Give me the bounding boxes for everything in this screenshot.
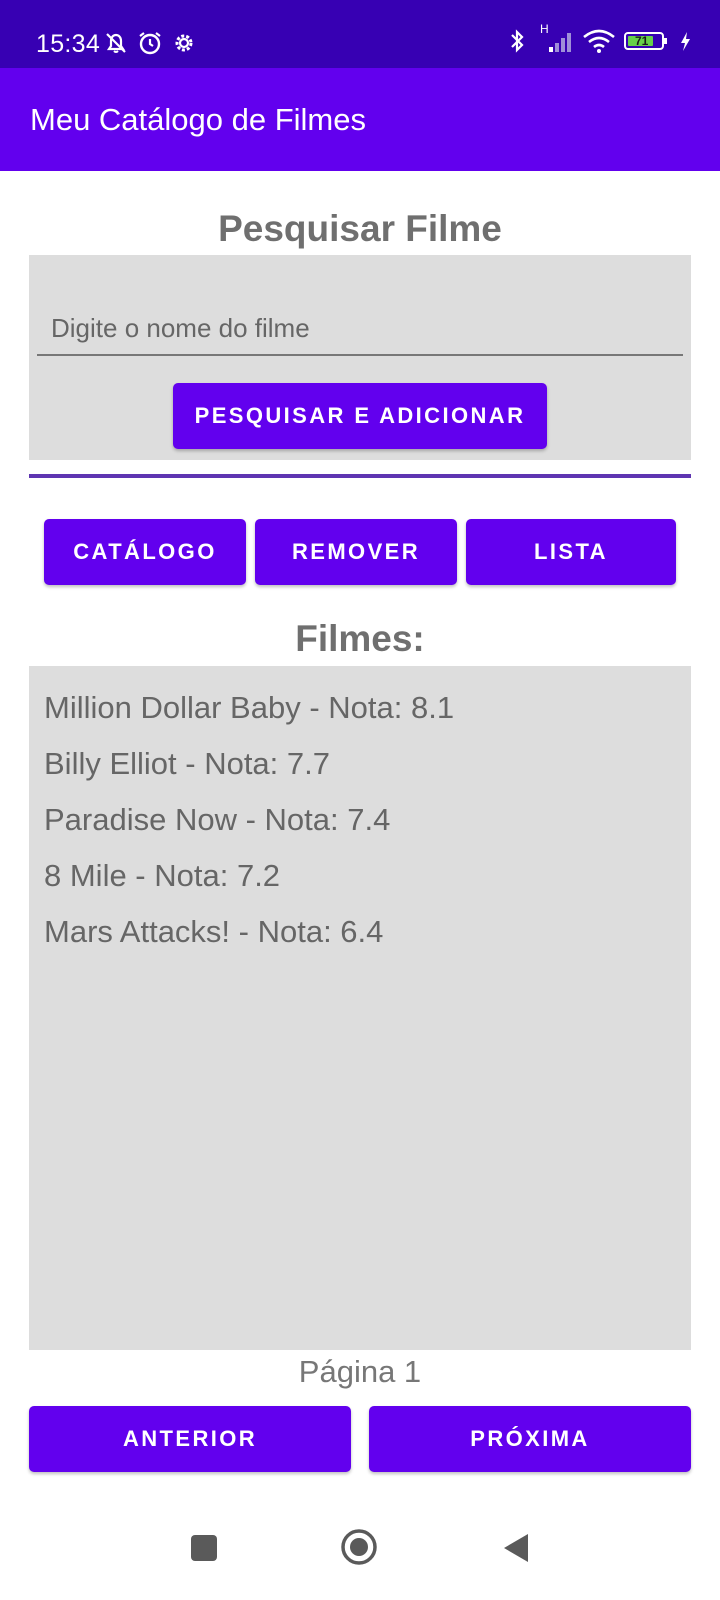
search-panel: PESQUISAR E ADICIONAR [29, 255, 691, 460]
catalog-button[interactable]: CATÁLOGO [44, 519, 246, 585]
list-button[interactable]: LISTA [466, 519, 676, 585]
battery-level: 71 [635, 34, 649, 48]
divider [29, 474, 691, 478]
search-title: Pesquisar Filme [218, 208, 502, 249]
list-item[interactable]: 8 Mile - Nota: 7.2 [29, 856, 691, 912]
network-type: H [540, 22, 549, 36]
search-input[interactable] [37, 302, 683, 356]
list-item[interactable]: Billy Elliot - Nota: 7.7 [29, 744, 691, 800]
films-title: Filmes: [295, 618, 425, 659]
app-title: Meu Catálogo de Filmes [30, 102, 366, 137]
settings-icon [171, 30, 197, 56]
home-icon[interactable] [340, 1528, 378, 1566]
status-time: 15:34 [36, 30, 101, 58]
next-button[interactable]: PRÓXIMA [369, 1406, 691, 1472]
signal-icon: H [540, 22, 574, 54]
status-bar: 15:34 H 71 [0, 0, 720, 68]
search-add-button[interactable]: PESQUISAR E ADICIONAR [173, 383, 547, 449]
charging-icon [678, 28, 692, 54]
alarm-icon [137, 30, 163, 56]
back-icon[interactable] [502, 1532, 530, 1564]
system-nav-bar [0, 1520, 720, 1600]
films-list[interactable]: Million Dollar Baby - Nota: 8.1 Billy El… [29, 666, 691, 1350]
remove-button[interactable]: REMOVER [255, 519, 457, 585]
recents-icon[interactable] [190, 1534, 218, 1562]
list-item[interactable]: Mars Attacks! - Nota: 6.4 [29, 912, 691, 968]
page-label: Página 1 [298, 1354, 422, 1389]
bell-off-icon [103, 30, 129, 56]
list-item[interactable]: Paradise Now - Nota: 7.4 [29, 800, 691, 856]
wifi-icon [582, 28, 616, 54]
list-item[interactable]: Million Dollar Baby - Nota: 8.1 [29, 688, 691, 744]
battery-icon: 71 [624, 28, 670, 54]
previous-button[interactable]: ANTERIOR [29, 1406, 351, 1472]
bluetooth-icon [506, 28, 532, 54]
app-bar: Meu Catálogo de Filmes [0, 68, 720, 171]
